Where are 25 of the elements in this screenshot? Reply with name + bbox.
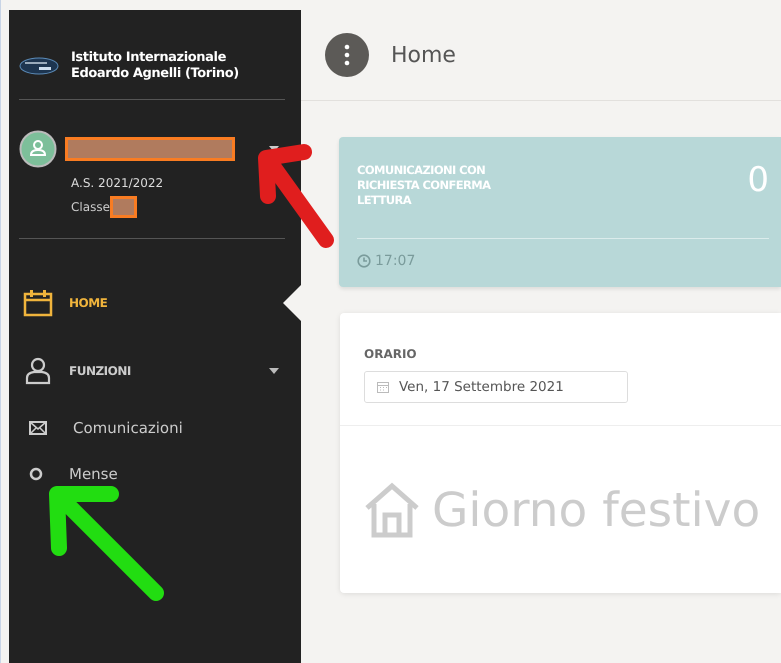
caret-icon[interactable] [269, 146, 279, 152]
house-icon [364, 482, 420, 538]
avatar-icon [19, 130, 57, 168]
school-year: A.S. 2021/2022 [71, 176, 164, 190]
logo-icon [19, 56, 59, 76]
menu-item[interactable]: Mense [19, 451, 285, 497]
stat-time: 17:07 [375, 253, 416, 269]
school-name: Istituto Internazionale Edoardo Agnelli (Torino) [71, 50, 240, 82]
date-field[interactable]: Ven, 17 Settembre 2021 [364, 371, 628, 403]
page-title: Home [391, 42, 456, 68]
circle-icon [29, 467, 43, 481]
clock-icon [357, 254, 371, 268]
more-icon[interactable] [325, 33, 369, 77]
menu-item[interactable]: HOME [19, 269, 285, 337]
stat-label: COMUNICAZIONI CON RICHIESTA CONFERMA LETTURA [357, 163, 492, 208]
calendar-icon [377, 381, 389, 393]
schedule-title: ORARIO [364, 347, 418, 361]
menu-item[interactable]: Comunicazioni [19, 405, 285, 451]
menu-item[interactable]: FUNZIONI [19, 337, 285, 405]
envelope-icon [29, 421, 47, 435]
stat-count: 0 [747, 163, 769, 202]
active-pointer-icon [283, 285, 301, 321]
class-label: Classe [71, 200, 110, 214]
calendar-icon [23, 289, 53, 317]
person-icon [23, 357, 53, 385]
